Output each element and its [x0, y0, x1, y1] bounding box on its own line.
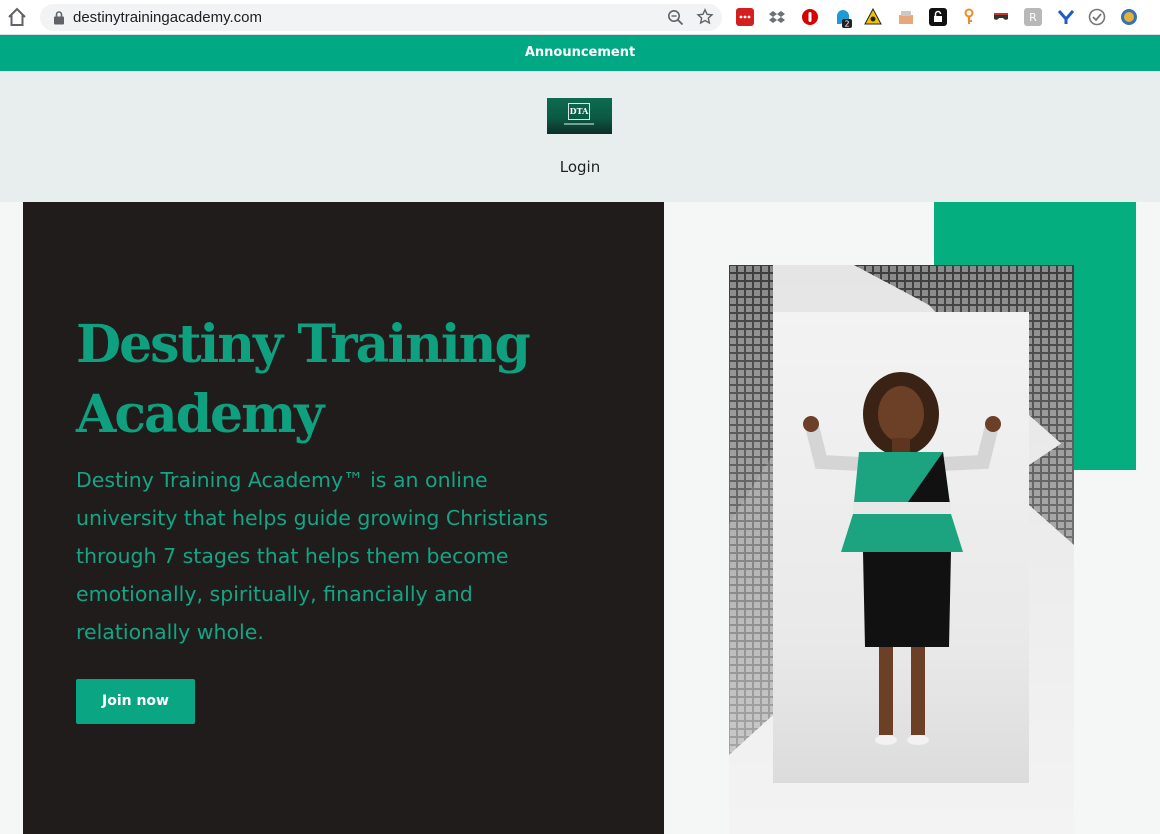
- svg-text:R: R: [1029, 11, 1037, 24]
- check-extension-icon[interactable]: [1088, 8, 1106, 26]
- logo-mark: DTA: [568, 103, 590, 120]
- logo[interactable]: DTA: [547, 98, 612, 134]
- mask-extension-icon[interactable]: [992, 8, 1010, 26]
- hero-description: Destiny Training Academy™ is an online u…: [76, 468, 549, 644]
- announcement-bar[interactable]: Announcement: [0, 35, 1160, 71]
- join-now-button[interactable]: Join now: [76, 679, 195, 724]
- url-text[interactable]: destinytrainingacademy.com: [73, 9, 262, 26]
- y-extension-icon[interactable]: [1057, 8, 1075, 26]
- hero-image: [729, 265, 1074, 834]
- browser-toolbar: destinytrainingacademy.com 2 R: [0, 0, 1160, 35]
- grey-extension-icon[interactable]: R: [1024, 8, 1042, 26]
- logo-tagline: [564, 123, 594, 125]
- adblock-extension-icon[interactable]: [801, 8, 819, 26]
- dropbox-extension-icon[interactable]: [768, 8, 786, 26]
- login-link[interactable]: Login: [0, 158, 1160, 176]
- site-header: DTA Login: [0, 71, 1160, 202]
- extension-badge: 2: [844, 20, 849, 29]
- password-extension-icon[interactable]: [929, 8, 947, 26]
- portrait-photo: [773, 312, 1029, 783]
- warning-extension-icon[interactable]: [864, 7, 882, 26]
- archive-extension-icon[interactable]: [897, 8, 915, 26]
- key-extension-icon[interactable]: [960, 8, 978, 26]
- globe-extension-icon[interactable]: [1120, 8, 1138, 26]
- star-icon[interactable]: [696, 8, 714, 26]
- hero-title: Destiny Training Academy: [76, 314, 531, 445]
- woman-figure: [803, 372, 1001, 745]
- lastpass-extension-icon[interactable]: [736, 8, 754, 26]
- ghostery-extension-icon[interactable]: 2: [834, 8, 852, 29]
- home-icon[interactable]: [6, 6, 28, 28]
- address-bar[interactable]: destinytrainingacademy.com: [40, 4, 722, 31]
- zoom-icon[interactable]: [667, 9, 684, 26]
- hero-panel: Destiny Training Academy Destiny Trainin…: [23, 202, 664, 834]
- lock-icon: [52, 10, 66, 25]
